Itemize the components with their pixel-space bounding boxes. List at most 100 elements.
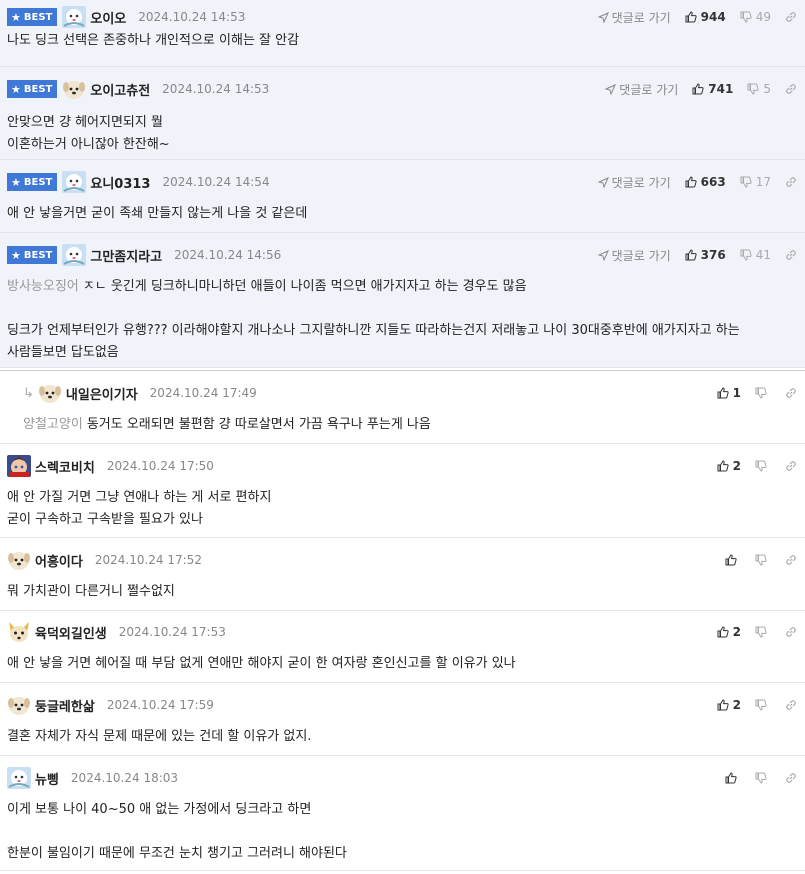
downvote-count: 41 [755, 248, 771, 262]
avatar[interactable] [7, 455, 31, 477]
upvote-count: 1 [732, 386, 741, 400]
nickname[interactable]: 스렉코비치 [35, 457, 95, 476]
comment-body: 애 안 가질 거면 그냥 연애나 하는 게 서로 편하지굳이 구속하고 구속받을… [7, 487, 797, 531]
reply-comment: ↳ 내일은이기자 2024.10.24 17:49 1 양철고양이 동거도 오래되면 불편… [0, 370, 805, 444]
avatar[interactable] [38, 382, 62, 404]
reply-link[interactable]: 댓글로 가기 [597, 247, 671, 264]
avatar[interactable] [7, 549, 31, 571]
body-line [7, 298, 797, 320]
downvote-button[interactable]: 17 [740, 175, 771, 189]
body-text: 굳이 구속하고 구속받을 필요가 있나 [7, 512, 203, 527]
body-text: 안맞으면 걍 헤어지면되지 뭘 [7, 115, 163, 130]
body-line: 딩크가 언제부터인가 유행??? 이라해야할지 개나소나 그지랄하니깐 지들도 … [7, 320, 797, 342]
downvote-button[interactable] [755, 626, 771, 638]
upvote-button[interactable]: 2 [717, 698, 741, 712]
thumbs-down-icon [740, 249, 752, 261]
comment-body: 안맞으면 걍 헤어지면되지 뭘이혼하는거 아니잖아 한잔해~ [7, 112, 797, 156]
nickname[interactable]: 둥글레한삶 [35, 696, 95, 715]
link-icon[interactable] [785, 11, 797, 23]
link-icon[interactable] [785, 626, 797, 638]
comment-body: 결혼 자체가 자식 문제 때문에 있는 건데 할 이유가 없지. [7, 726, 797, 748]
nickname[interactable]: 오이오 [90, 8, 126, 27]
comment-body: 이게 보통 나이 40~50 애 없는 가정에서 딩크라고 하면 한분이 불임이기… [7, 799, 797, 865]
best-badge: ★ BEST [7, 173, 58, 191]
avatar[interactable] [7, 694, 31, 716]
thumbs-up-icon [725, 772, 737, 784]
downvote-button[interactable] [755, 772, 771, 784]
downvote-button[interactable] [755, 460, 771, 472]
comment-header: ★ BEST 그만좀지라고 2024.10.24 14:56 댓글로 가기 376 41 [7, 244, 805, 266]
upvote-button[interactable]: 944 [685, 10, 726, 24]
nickname[interactable]: 내일은이기자 [66, 384, 138, 403]
comment-actions: 2 [717, 698, 797, 712]
upvote-button[interactable] [725, 554, 741, 566]
avatar[interactable] [62, 171, 87, 193]
comment-body: 뭐 가치관이 다른거니 쩔수없지 [7, 581, 797, 603]
comment-actions: 댓글로 가기 663 17 [597, 174, 797, 191]
body-text: 한분이 불임이기 때문에 무조건 눈치 챙기고 그러려니 해야된다 [7, 846, 347, 861]
downvote-button[interactable] [755, 699, 771, 711]
comment-date: 2024.10.24 14:54 [162, 175, 270, 189]
link-icon[interactable] [785, 83, 797, 95]
downvote-button[interactable]: 5 [747, 82, 771, 96]
downvote-button[interactable] [755, 554, 771, 566]
nickname[interactable]: 그만좀지라고 [90, 246, 162, 265]
upvote-button[interactable]: 2 [717, 459, 741, 473]
mention-tag[interactable]: 방사능오징어 [7, 279, 79, 294]
body-line: 사람들보면 답도없음 [7, 342, 797, 364]
downvote-button[interactable] [755, 387, 771, 399]
link-icon[interactable] [785, 460, 797, 472]
best-label: BEST [23, 11, 53, 23]
nickname[interactable]: 어흥이다 [35, 551, 83, 570]
comment-item: 어흥이다 2024.10.24 17:52 뭐 가치관이 다른거니 쩔수없지 [0, 538, 805, 611]
upvote-button[interactable]: 376 [685, 248, 726, 262]
body-text: 애 안 낳을 거면 헤어질 때 부담 없게 연애만 해야지 굳이 한 여자랑 혼… [7, 656, 516, 671]
body-line: 나도 딩크 선택은 존중하나 개인적으로 이해는 잘 안감 [7, 30, 797, 52]
comment-date: 2024.10.24 18:03 [70, 771, 179, 785]
downvote-button[interactable]: 41 [740, 248, 771, 262]
reply-link[interactable]: 댓글로 가기 [597, 174, 671, 191]
link-icon[interactable] [785, 554, 797, 566]
link-icon[interactable] [785, 699, 797, 711]
link-icon[interactable] [785, 772, 797, 784]
downvote-count: 5 [763, 82, 771, 96]
comment-header: ★ BEST 오이고츄전 2024.10.24 14:53 댓글로 가기 741 5 [7, 78, 805, 100]
body-text: 이혼하는거 아니잖아 한잔해~ [7, 137, 170, 152]
reply-link[interactable]: 댓글로 가기 [597, 9, 671, 26]
upvote-button[interactable] [725, 772, 741, 784]
upvote-button[interactable]: 663 [685, 175, 726, 189]
nickname[interactable]: 뉴삥 [35, 769, 59, 788]
avatar[interactable] [62, 6, 87, 28]
comment-date: 2024.10.24 17:49 [149, 386, 257, 400]
downvote-button[interactable]: 49 [740, 10, 771, 24]
reply-link[interactable]: 댓글로 가기 [605, 81, 678, 98]
comment-date: 2024.10.24 14:53 [138, 10, 246, 24]
nickname[interactable]: 오이고츄전 [90, 80, 150, 99]
avatar[interactable] [62, 244, 87, 266]
best-badge: ★ BEST [7, 8, 58, 26]
body-line: 결혼 자체가 자식 문제 때문에 있는 건데 할 이유가 없지. [7, 726, 797, 748]
nickname[interactable]: 요니0313 [90, 173, 150, 192]
nickname[interactable]: 육덕외길인생 [35, 623, 107, 642]
comment-item: ★ BEST 그만좀지라고 2024.10.24 14:56 댓글로 가기 376 41 방사… [0, 233, 805, 368]
thumbs-down-icon [755, 554, 767, 566]
link-icon[interactable] [785, 249, 797, 261]
link-icon[interactable] [785, 387, 797, 399]
avatar[interactable] [7, 621, 31, 643]
body-line: 애 안 가질 거면 그냥 연애나 하는 게 서로 편하지 [7, 487, 797, 509]
avatar[interactable] [7, 767, 31, 789]
link-icon[interactable] [785, 176, 797, 188]
body-text: 애 안 낳을거면 굳이 족쇄 만들지 않는게 나을 것 같은데 [7, 206, 308, 221]
body-text: ㅈㄴ 웃긴게 딩크하니마니하던 애들이 나이좀 먹으면 애가지자고 하는 경우도… [82, 279, 527, 294]
body-text: 동거도 오래되면 불편함 걍 따로살면서 가끔 욕구나 푸는게 나음 [86, 417, 431, 432]
comment-header: 육덕외길인생 2024.10.24 17:53 2 [7, 621, 805, 643]
avatar[interactable] [62, 78, 86, 100]
upvote-button[interactable]: 741 [692, 82, 733, 96]
comment-actions: 2 [717, 625, 797, 639]
upvote-button[interactable]: 2 [717, 625, 741, 639]
body-line: 애 안 낳을거면 굳이 족쇄 만들지 않는게 나을 것 같은데 [7, 203, 797, 225]
upvote-button[interactable]: 1 [717, 386, 741, 400]
body-text: 사람들보면 답도없음 [7, 345, 119, 360]
comment-body: 애 안 낳을거면 굳이 족쇄 만들지 않는게 나을 것 같은데 [7, 203, 797, 225]
mention-tag[interactable]: 양철고양이 [23, 417, 83, 432]
